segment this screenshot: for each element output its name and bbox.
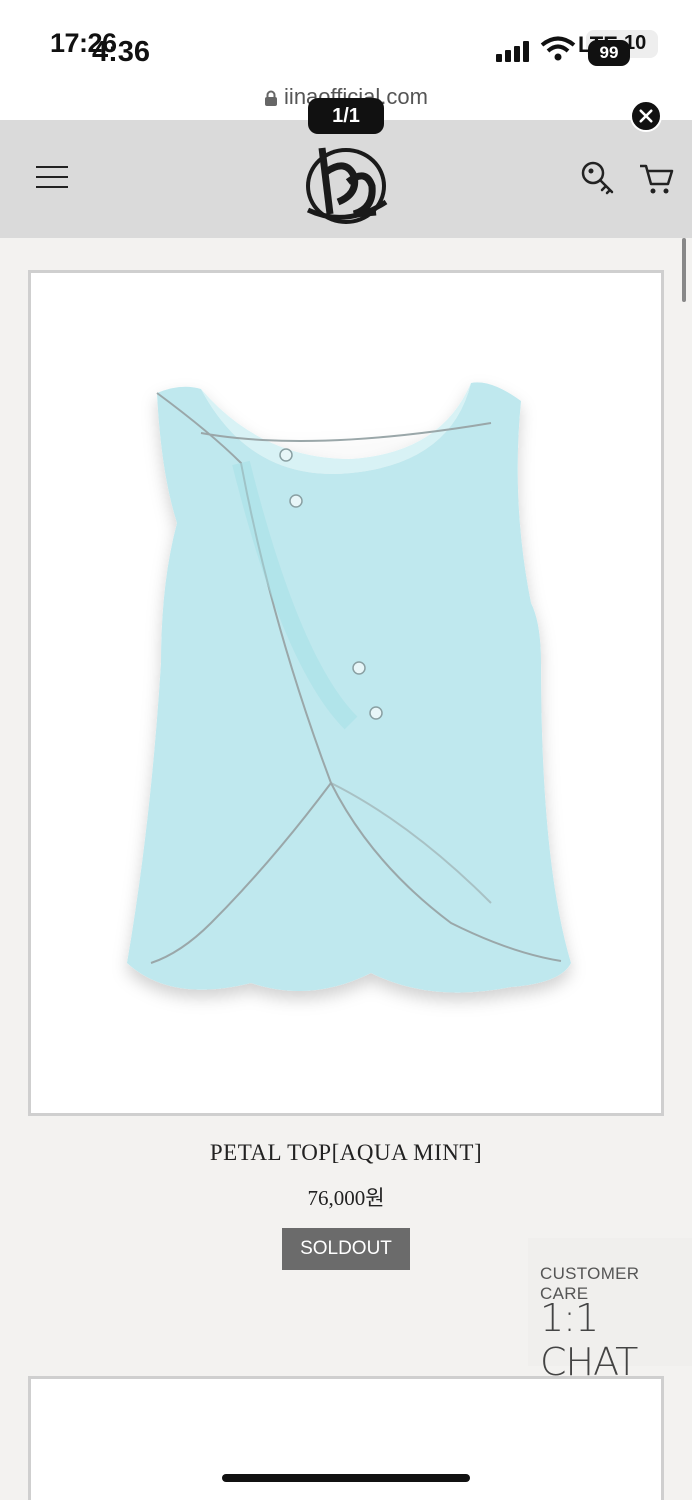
wifi-icon: [540, 36, 576, 61]
page: 17:26 4:36 LTE 10 99 iinaofficial.com 1/…: [0, 0, 692, 1500]
home-indicator[interactable]: [222, 1474, 470, 1482]
lock-icon: [265, 90, 278, 106]
close-icon[interactable]: [630, 100, 662, 132]
menu-icon[interactable]: [36, 166, 68, 192]
product-image-frame[interactable]: [28, 270, 664, 1116]
logo[interactable]: [300, 128, 392, 230]
status-time-front: 4:36: [92, 36, 151, 68]
product-price: 76,000원: [307, 1186, 385, 1210]
product-name[interactable]: PETAL TOP[AQUA MINT]: [0, 1140, 692, 1166]
image-counter: 1/1: [308, 98, 384, 134]
soldout-badge: SOLDOUT: [282, 1228, 410, 1270]
cart-icon[interactable]: [638, 162, 674, 196]
key-icon[interactable]: [580, 160, 616, 196]
product-image[interactable]: [91, 363, 611, 1023]
scrollbar[interactable]: [682, 238, 686, 302]
signal-icon: [496, 40, 532, 62]
notification-badge: 99: [588, 40, 630, 66]
customer-care-widget[interactable]: CUSTOMER CARE 1:1 CHAT: [528, 1238, 692, 1384]
chat-button[interactable]: 1:1 CHAT: [540, 1296, 692, 1384]
